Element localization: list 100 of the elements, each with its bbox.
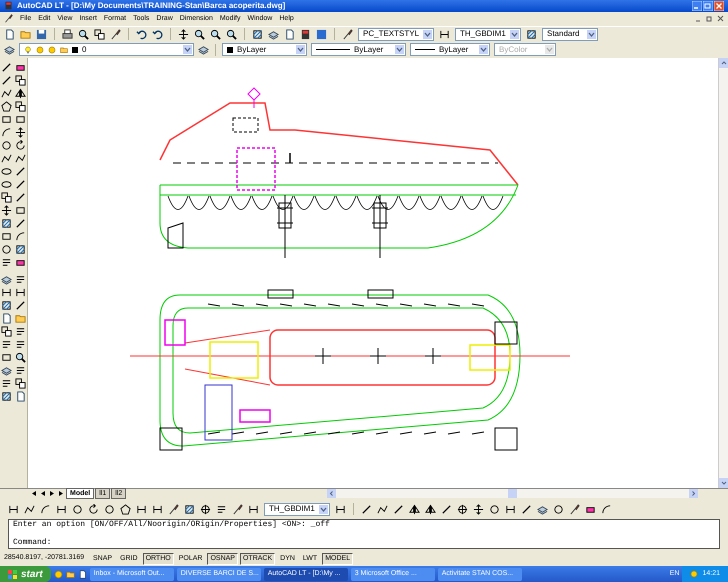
ellipse-icon[interactable] [1, 166, 12, 177]
dimension-icon[interactable] [335, 504, 346, 514]
dimension-icon[interactable] [439, 28, 450, 40]
print-icon[interactable] [62, 28, 73, 40]
move-icon[interactable] [15, 126, 26, 138]
snap-icon[interactable] [200, 504, 211, 514]
copy-icon[interactable] [1, 192, 12, 203]
rectangle-icon[interactable] [15, 204, 26, 216]
hatch-icon[interactable] [252, 28, 263, 40]
close-icon[interactable] [717, 15, 724, 22]
dimension-icon[interactable] [15, 286, 26, 298]
layers-icon[interactable] [1, 274, 12, 285]
layers-icon[interactable] [268, 28, 279, 40]
circle-icon[interactable] [553, 504, 564, 514]
circle-icon[interactable] [489, 504, 500, 514]
zoom-icon[interactable] [226, 28, 237, 40]
lineweight-dropdown[interactable]: ByLayer [410, 43, 490, 56]
hatch-icon[interactable] [1, 300, 12, 311]
polygon-icon[interactable] [120, 504, 131, 514]
scroll-left-icon[interactable] [327, 489, 336, 498]
undo-icon[interactable] [136, 28, 147, 40]
copy-icon[interactable] [15, 74, 26, 86]
undo-icon[interactable] [152, 28, 163, 40]
circle-icon[interactable] [1, 140, 12, 151]
dimension-icon[interactable] [136, 504, 147, 514]
brush-icon[interactable] [342, 28, 353, 40]
text-lines-icon[interactable] [15, 274, 26, 285]
scroll-up-icon[interactable] [719, 58, 728, 68]
new-file-icon[interactable] [78, 570, 87, 579]
dimension-style-dropdown[interactable]: TH_GBDIM1 [455, 28, 521, 41]
hatch-icon[interactable] [184, 504, 195, 514]
rectangle-icon[interactable] [1, 230, 12, 242]
brush-icon[interactable] [569, 504, 580, 514]
text-lines-icon[interactable] [15, 338, 26, 350]
line-icon[interactable] [15, 166, 26, 177]
circle-icon[interactable] [104, 504, 115, 514]
line-icon[interactable] [1, 62, 12, 73]
new-file-icon[interactable] [4, 28, 15, 40]
scroll-thumb-icon[interactable] [508, 489, 518, 498]
text-lines-icon[interactable] [15, 364, 26, 376]
polygon-icon[interactable] [1, 100, 12, 112]
brush-icon[interactable] [232, 504, 243, 514]
copy-icon[interactable] [15, 100, 26, 112]
minimize-icon[interactable] [692, 0, 702, 11]
move-icon[interactable] [1, 204, 12, 216]
new-file-icon[interactable] [1, 312, 12, 324]
zoom-icon[interactable] [15, 352, 26, 363]
rectangle-icon[interactable] [1, 352, 12, 363]
folder-icon[interactable] [60, 46, 68, 54]
text-lines-icon[interactable] [1, 256, 12, 268]
table-style-dropdown[interactable]: Standard [542, 28, 598, 41]
layers-icon[interactable] [537, 504, 548, 514]
zoom-icon[interactable] [194, 28, 205, 40]
text-lines-icon[interactable] [216, 504, 227, 514]
line-icon[interactable] [15, 192, 26, 203]
mirror-icon[interactable] [409, 504, 420, 514]
start-button[interactable]: start [0, 566, 51, 582]
restore-icon[interactable] [706, 15, 713, 22]
text-style-dropdown[interactable]: PC_TEXTSTYL [358, 28, 434, 41]
bulb-icon[interactable] [24, 46, 32, 54]
sun-icon[interactable] [54, 570, 63, 579]
text-lines-icon[interactable] [1, 378, 12, 389]
layers-icon[interactable] [198, 44, 209, 56]
hatch-icon[interactable] [526, 28, 537, 40]
line-icon[interactable] [393, 504, 404, 514]
line-icon[interactable] [15, 218, 26, 229]
calculator-icon[interactable] [300, 28, 311, 40]
scroll-right-icon[interactable] [688, 489, 698, 498]
snap-icon[interactable] [457, 504, 468, 514]
folder-icon[interactable] [20, 28, 31, 40]
polyline-icon[interactable] [15, 152, 26, 164]
ellipse-icon[interactable] [1, 178, 12, 190]
line-icon[interactable] [521, 504, 532, 514]
layers-icon[interactable] [1, 364, 12, 376]
hatch-icon[interactable] [1, 390, 12, 402]
brush-icon[interactable] [4, 14, 13, 24]
circle-icon[interactable] [72, 504, 83, 514]
rotate-icon[interactable] [15, 140, 26, 151]
dimension-icon[interactable] [248, 504, 259, 514]
move-icon[interactable] [473, 504, 484, 514]
rectangle-icon[interactable] [15, 114, 26, 125]
circle-icon[interactable] [1, 244, 12, 255]
new-file-icon[interactable] [15, 390, 26, 402]
command-prompt[interactable]: Command: [13, 538, 715, 548]
dimension-icon[interactable] [8, 504, 19, 514]
polyline-icon[interactable] [1, 152, 12, 164]
arc-icon[interactable] [15, 230, 26, 242]
arc-icon[interactable] [40, 504, 51, 514]
zoom-icon[interactable] [78, 28, 89, 40]
color-dropdown[interactable]: ByLayer [222, 43, 307, 56]
line-icon[interactable] [361, 504, 372, 514]
mirror-icon[interactable] [15, 88, 26, 99]
text-lines-icon[interactable] [15, 326, 26, 337]
layer-dropdown[interactable]: 0 [19, 43, 194, 56]
new-file-icon[interactable] [284, 28, 295, 40]
hatch-icon[interactable] [1, 218, 12, 229]
save-icon[interactable] [36, 28, 47, 40]
brush-icon[interactable] [110, 28, 121, 40]
copy-icon[interactable] [1, 326, 12, 337]
rotate-icon[interactable] [88, 504, 99, 514]
